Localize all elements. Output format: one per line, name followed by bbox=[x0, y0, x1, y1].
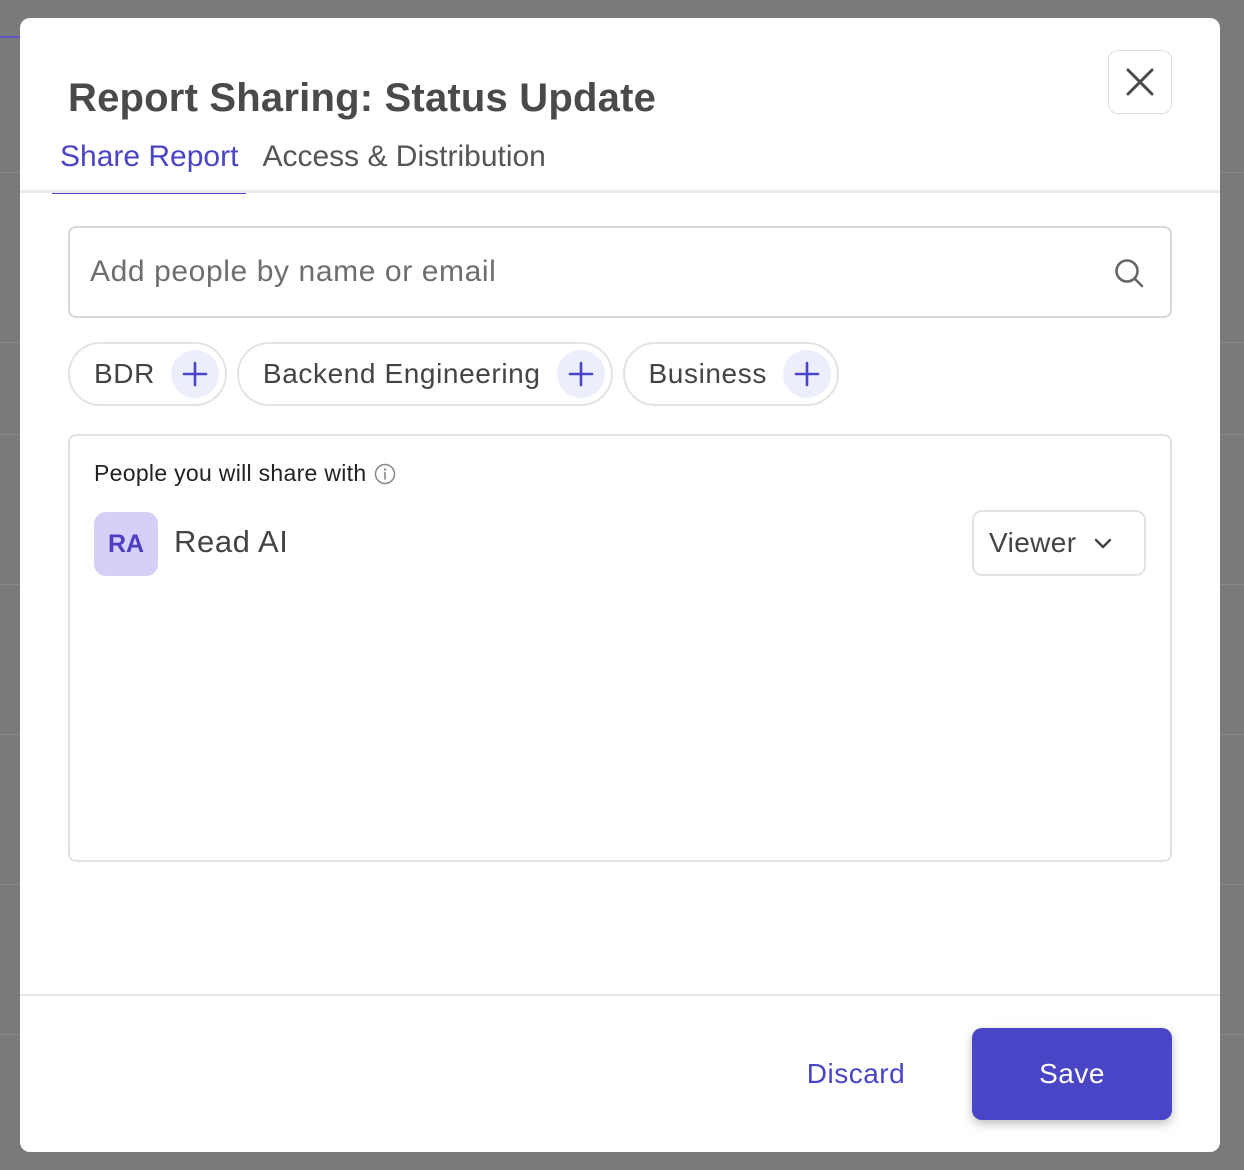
plus-icon bbox=[568, 361, 593, 387]
group-chip-label: Backend Engineering bbox=[262, 358, 541, 389]
backdrop-accent-line bbox=[0, 36, 20, 38]
people-search-input[interactable] bbox=[90, 248, 1090, 296]
dialog-title: Report Sharing: Status Update bbox=[68, 76, 657, 120]
footer-divider bbox=[20, 994, 1220, 996]
group-chip-business[interactable]: Business bbox=[622, 342, 839, 406]
search-icon[interactable] bbox=[1112, 256, 1146, 290]
add-group-button[interactable] bbox=[556, 350, 605, 398]
group-suggestions: BDR Backend Engineering Business bbox=[68, 342, 849, 406]
group-chip-label: Business bbox=[648, 358, 767, 389]
report-sharing-dialog: Report Sharing: Status Update Share Repo… bbox=[20, 18, 1220, 1152]
role-dropdown[interactable]: Viewer bbox=[972, 510, 1146, 576]
plus-icon bbox=[794, 361, 820, 387]
share-list-heading: People you will share with bbox=[94, 460, 396, 487]
close-button[interactable] bbox=[1108, 50, 1172, 114]
person-name: Read AI bbox=[174, 524, 289, 559]
group-chip-bdr[interactable]: BDR bbox=[68, 342, 227, 406]
share-list-panel: People you will share with RA Read AI Vi… bbox=[68, 434, 1172, 862]
tab-access-distribution[interactable]: Access & Distribution bbox=[254, 136, 553, 194]
role-dropdown-value: Viewer bbox=[989, 527, 1077, 558]
save-button[interactable]: Save bbox=[972, 1028, 1172, 1120]
add-group-button[interactable] bbox=[782, 350, 831, 398]
tab-share-report[interactable]: Share Report bbox=[52, 136, 247, 194]
share-list-heading-text: People you will share with bbox=[94, 460, 367, 486]
plus-icon bbox=[182, 361, 208, 387]
search-box bbox=[68, 226, 1172, 318]
close-icon bbox=[1126, 68, 1154, 96]
avatar: RA bbox=[94, 512, 158, 576]
tab-bar: Share Report Access & Distribution bbox=[52, 136, 562, 194]
group-chip-label: BDR bbox=[94, 358, 155, 389]
chevron-down-icon bbox=[1095, 538, 1112, 549]
discard-button[interactable]: Discard bbox=[790, 1028, 922, 1120]
info-icon[interactable] bbox=[374, 463, 396, 485]
tabs-divider bbox=[20, 190, 1220, 193]
group-chip-backend-engineering[interactable]: Backend Engineering bbox=[236, 342, 613, 406]
add-group-button[interactable] bbox=[170, 350, 219, 398]
